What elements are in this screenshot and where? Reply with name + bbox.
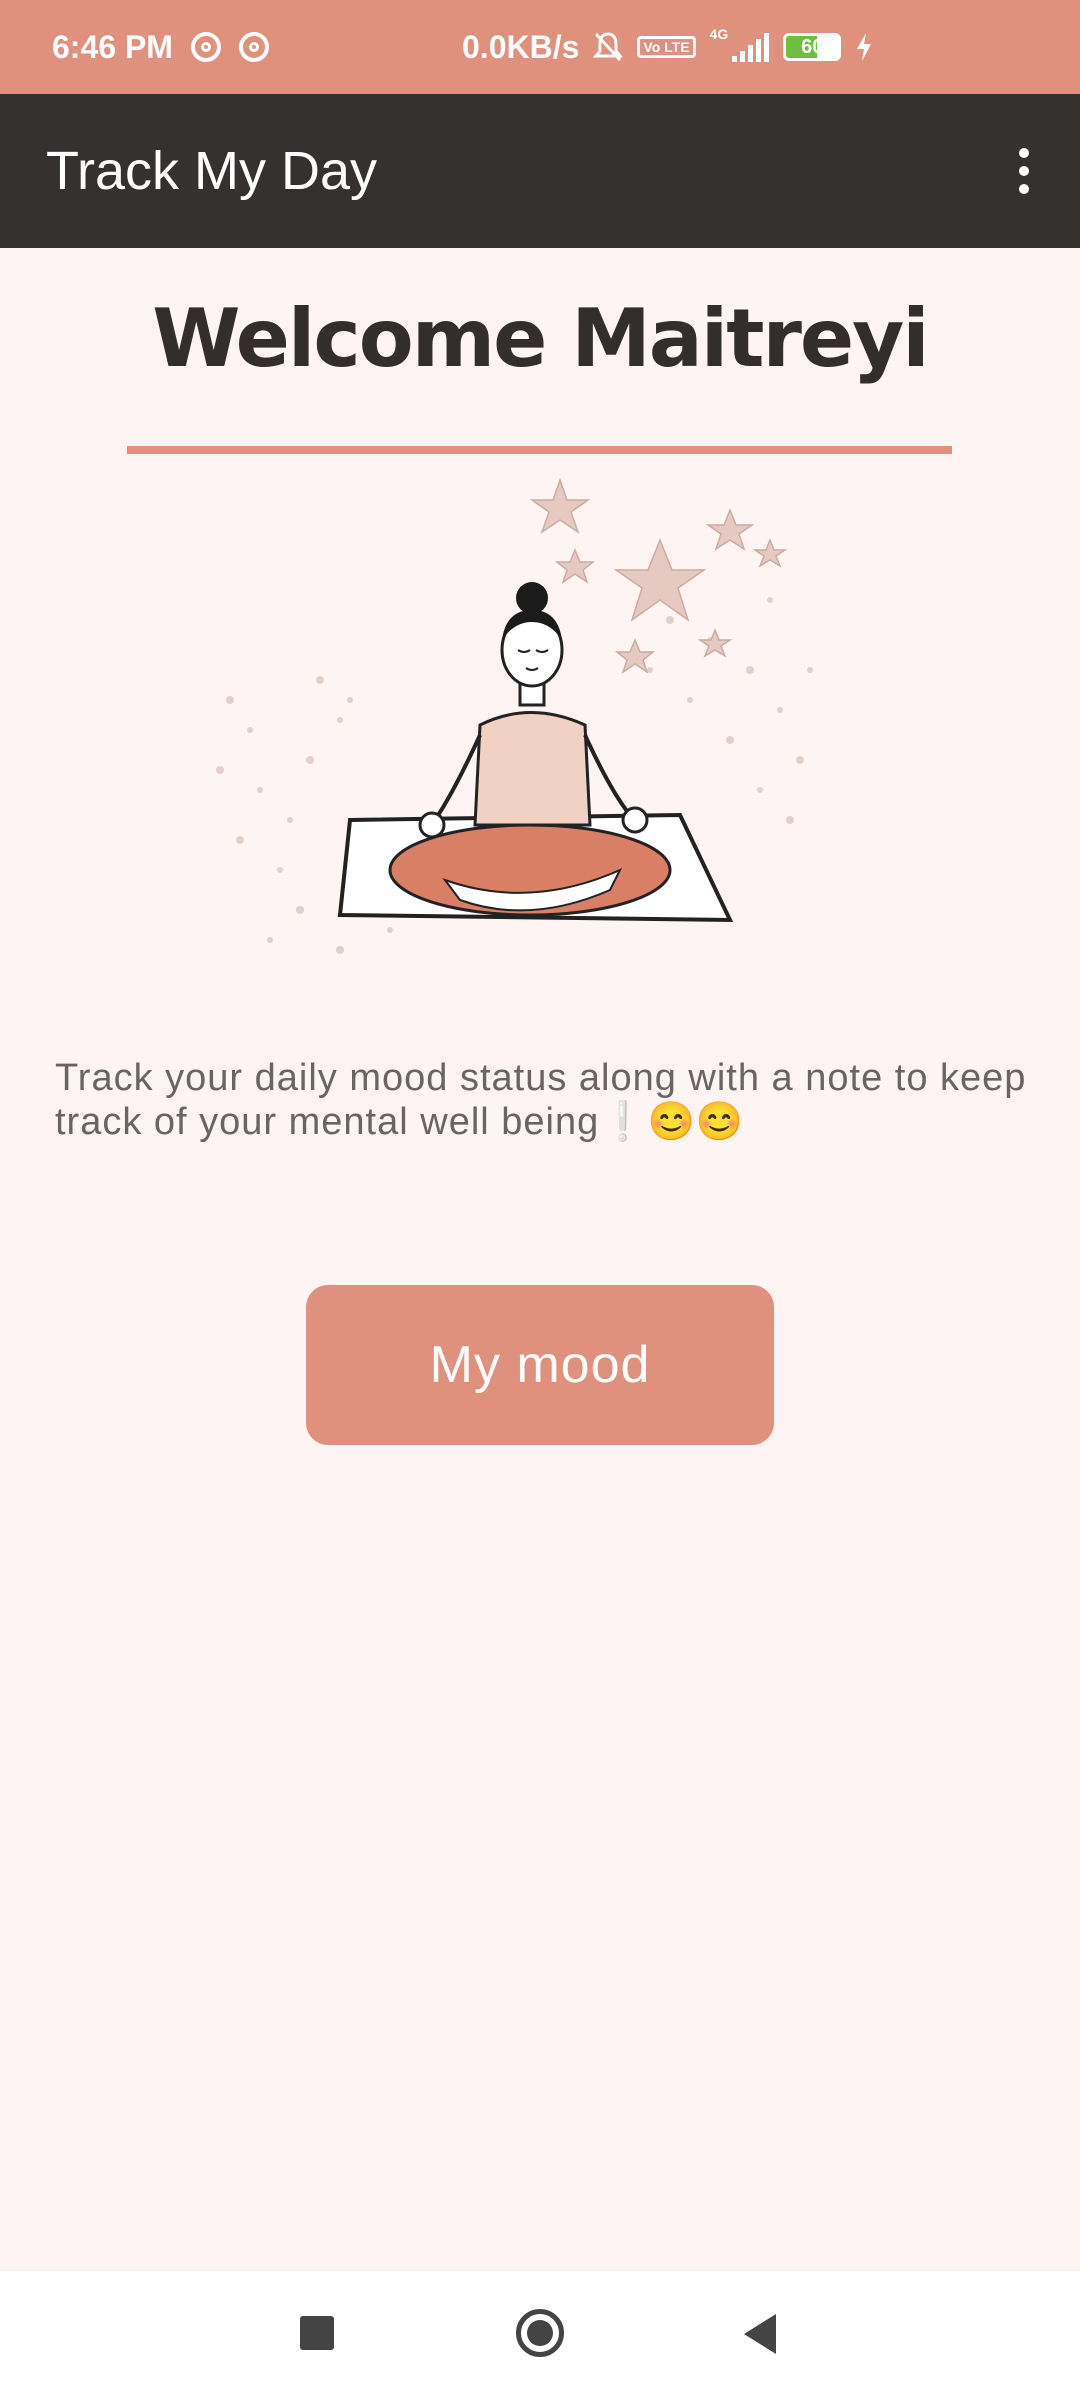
more-vert-icon[interactable] bbox=[992, 139, 1056, 203]
battery-icon: 60 bbox=[783, 33, 842, 61]
charging-icon bbox=[857, 33, 872, 61]
status-left: 6:46 PM bbox=[52, 0, 269, 94]
recent-apps-icon[interactable] bbox=[300, 2316, 334, 2350]
status-right: 0.0KB/s Vo LTE 4G 60 bbox=[462, 0, 873, 94]
signal-icon bbox=[732, 32, 770, 62]
status-bar: 6:46 PM 0.0KB/s Vo LTE 4G 60 bbox=[0, 0, 1080, 94]
network-speed: 0.0KB/s bbox=[462, 28, 580, 65]
volte-icon: Vo LTE bbox=[637, 36, 696, 58]
network-type: 4G bbox=[709, 26, 729, 42]
my-mood-button[interactable]: My mood bbox=[306, 1285, 774, 1445]
bell-off-icon bbox=[593, 32, 624, 62]
home-icon[interactable] bbox=[516, 2309, 564, 2357]
welcome-heading: Welcome Maitreyi bbox=[152, 292, 929, 385]
status-time: 6:46 PM bbox=[52, 28, 173, 65]
system-nav-bar bbox=[0, 2270, 1080, 2401]
description-text: Track your daily mood status along with … bbox=[55, 1057, 1027, 1143]
battery-level: 60 bbox=[801, 36, 824, 58]
meditation-illustration bbox=[216, 477, 813, 954]
divider bbox=[127, 446, 952, 454]
app-bar: Track My Day bbox=[0, 94, 1080, 248]
at-notification-icon bbox=[190, 32, 221, 62]
at-notification-icon bbox=[238, 32, 269, 62]
app-title: Track My Day bbox=[46, 141, 378, 201]
back-icon[interactable] bbox=[744, 2314, 776, 2354]
